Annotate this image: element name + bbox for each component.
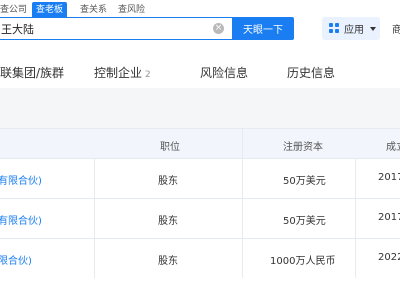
- table-row[interactable]: 有限合伙) 股东 50万美元 2017: [0, 159, 400, 199]
- position-cell: 股东: [158, 176, 178, 187]
- search-box: ×: [0, 17, 232, 40]
- capital-cell: 50万美元: [283, 176, 326, 187]
- column-header-capital: 注册资本: [283, 142, 323, 153]
- close-circle-icon[interactable]: ×: [213, 23, 224, 34]
- nav-tab-label: 控制企业: [94, 66, 143, 80]
- chevron-down-icon: [370, 27, 376, 31]
- position-cell: 股东: [158, 216, 178, 227]
- capital-cell: 50万美元: [283, 216, 326, 227]
- company-link[interactable]: 有限合伙): [0, 212, 42, 227]
- tab-search-company[interactable]: 查公司: [0, 2, 31, 18]
- date-cell: 2017: [378, 172, 400, 183]
- date-cell: 2022: [378, 252, 400, 263]
- search-input[interactable]: [1, 20, 206, 37]
- capital-cell: 1000万人民币: [270, 256, 336, 267]
- column-header-position: 职位: [160, 142, 180, 153]
- section-nav: 关联集团/族群 控制企业2 风险信息 历史信息: [0, 58, 400, 88]
- apps-label: 应用: [344, 25, 364, 36]
- investment-table: 职位 注册资本 成立 有限合伙) 股东 50万美元 2017 有限合伙) 股东 …: [0, 128, 400, 279]
- merchant-link[interactable]: 商: [392, 21, 400, 36]
- nav-tab-risk[interactable]: 风险信息: [200, 64, 248, 81]
- tab-search-boss[interactable]: 查老板: [32, 2, 68, 18]
- nav-tab-label: 风险信息: [200, 66, 249, 80]
- table-row[interactable]: 有限合伙) 股东 50万美元 2017: [0, 199, 400, 239]
- table-footer-area: [0, 278, 400, 300]
- search-button[interactable]: 天眼一下: [232, 17, 294, 40]
- nav-tab-group[interactable]: 关联集团/族群: [0, 64, 64, 81]
- tab-search-relation[interactable]: 查关系: [76, 2, 111, 18]
- company-link[interactable]: 有限合伙): [0, 172, 42, 187]
- table-header: 职位 注册资本 成立: [0, 128, 400, 160]
- nav-tab-history[interactable]: 历史信息: [287, 64, 335, 81]
- apps-menu-button[interactable]: 应用: [322, 17, 380, 40]
- nav-tab-label: 关联集团/族群: [0, 66, 65, 80]
- section-spacer: [0, 88, 400, 128]
- column-header-date: 成立: [386, 142, 400, 153]
- grid-icon: [329, 23, 340, 34]
- top-header: 查公司 查老板 查关系 查风险 × 天眼一下 应用 商: [0, 0, 400, 59]
- nav-tab-label: 历史信息: [287, 66, 336, 80]
- table-row[interactable]: 限合伙) 股东 1000万人民币 2022: [0, 239, 400, 279]
- tab-search-risk[interactable]: 查风险: [114, 2, 149, 18]
- position-cell: 股东: [158, 256, 178, 267]
- company-link[interactable]: 限合伙): [0, 252, 32, 267]
- nav-tab-count: 2: [145, 70, 151, 80]
- date-cell: 2017: [378, 212, 400, 223]
- nav-tab-controlled-companies[interactable]: 控制企业 2: [94, 64, 151, 81]
